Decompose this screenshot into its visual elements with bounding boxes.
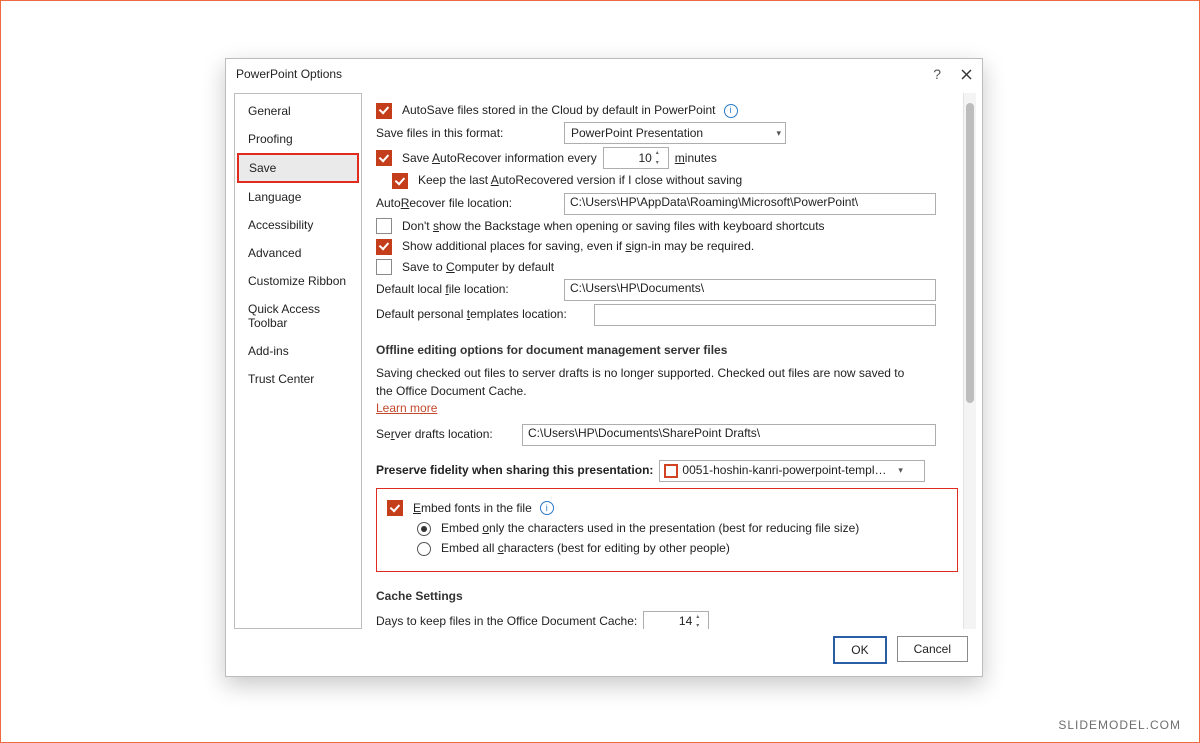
cancel-button[interactable]: Cancel — [897, 636, 968, 662]
default-file-label: Default local file location: — [376, 281, 558, 298]
server-drafts-label: Server drafts location: — [376, 426, 516, 443]
preserve-heading: Preserve fidelity when sharing this pres… — [376, 462, 653, 479]
sidebar-item-general[interactable]: General — [237, 97, 359, 125]
offline-body: Saving checked out files to server draft… — [376, 365, 916, 400]
embed-all-radio[interactable] — [417, 542, 431, 556]
keep-last-label: Keep the last AutoRecovered version if I… — [418, 172, 742, 189]
embed-only-radio[interactable] — [417, 522, 431, 536]
titlebar: PowerPoint Options ? — [226, 59, 982, 89]
close-icon[interactable] — [961, 69, 972, 80]
learn-more-link[interactable]: Learn more — [376, 401, 437, 415]
options-dialog: PowerPoint Options ? General Proofing Sa… — [225, 58, 983, 677]
info-icon[interactable]: i — [724, 104, 738, 118]
autorecover-minutes[interactable]: 10 ▴▾ — [603, 147, 669, 169]
ar-location-field[interactable]: C:\Users\HP\AppData\Roaming\Microsoft\Po… — [564, 193, 936, 215]
powerpoint-file-icon — [664, 464, 678, 478]
autosave-checkbox[interactable] — [376, 103, 392, 119]
cache-days-field[interactable]: 14 ▴▾ — [643, 611, 709, 629]
backstage-label: Don't show the Backstage when opening or… — [402, 218, 825, 235]
default-tpl-label: Default personal templates location: — [376, 306, 588, 323]
autorecover-checkbox[interactable] — [376, 150, 392, 166]
scrollbar-thumb[interactable] — [966, 103, 974, 403]
presentation-select[interactable]: 0051-hoshin-kanri-powerpoint-template...… — [659, 460, 925, 482]
format-label: Save files in this format: — [376, 125, 558, 142]
sidebar-item-addins[interactable]: Add-ins — [237, 337, 359, 365]
scrollbar[interactable] — [963, 93, 976, 629]
save-to-computer-checkbox[interactable] — [376, 259, 392, 275]
autosave-label: AutoSave files stored in the Cloud by de… — [402, 102, 716, 119]
autorecover-label: Save AutoRecover information every — [402, 150, 597, 167]
info-icon[interactable]: i — [540, 501, 554, 515]
help-icon[interactable]: ? — [933, 66, 941, 82]
default-tpl-field[interactable] — [594, 304, 936, 326]
watermark: SLIDEMODEL.COM — [1058, 718, 1181, 732]
show-additional-label: Show additional places for saving, even … — [402, 238, 754, 255]
embed-fonts-callout: Embed fonts in the file i Embed only the… — [376, 488, 958, 572]
keep-last-checkbox[interactable] — [392, 173, 408, 189]
sidebar-item-accessibility[interactable]: Accessibility — [237, 211, 359, 239]
sidebar-item-advanced[interactable]: Advanced — [237, 239, 359, 267]
sidebar-item-qat[interactable]: Quick Access Toolbar — [237, 295, 359, 337]
cache-heading: Cache Settings — [376, 588, 958, 605]
sidebar-item-language[interactable]: Language — [237, 183, 359, 211]
show-additional-checkbox[interactable] — [376, 239, 392, 255]
default-file-field[interactable]: C:\Users\HP\Documents\ — [564, 279, 936, 301]
sidebar-item-customize-ribbon[interactable]: Customize Ribbon — [237, 267, 359, 295]
save-to-computer-label: Save to Computer by default — [402, 259, 554, 276]
ok-button[interactable]: OK — [833, 636, 886, 664]
file-format-select[interactable]: PowerPoint Presentation▾ — [564, 122, 786, 144]
sidebar-item-proofing[interactable]: Proofing — [237, 125, 359, 153]
embed-fonts-label: Embed fonts in the file — [413, 500, 532, 517]
offline-heading: Offline editing options for document man… — [376, 342, 958, 359]
embed-fonts-checkbox[interactable] — [387, 500, 403, 516]
content-pane: AutoSave files stored in the Cloud by de… — [374, 93, 976, 629]
backstage-checkbox[interactable] — [376, 218, 392, 234]
dialog-title: PowerPoint Options — [236, 67, 342, 81]
server-drafts-field[interactable]: C:\Users\HP\Documents\SharePoint Drafts\ — [522, 424, 936, 446]
sidebar-item-trust-center[interactable]: Trust Center — [237, 365, 359, 393]
minutes-label: minutes — [675, 150, 717, 167]
embed-all-label: Embed all characters (best for editing b… — [441, 540, 730, 557]
category-list: General Proofing Save Language Accessibi… — [234, 93, 362, 629]
sidebar-item-save[interactable]: Save — [237, 153, 359, 183]
ar-location-label: AutoRecover file location: — [376, 195, 558, 212]
cache-days-label: Days to keep files in the Office Documen… — [376, 613, 637, 629]
embed-only-label: Embed only the characters used in the pr… — [441, 520, 859, 537]
